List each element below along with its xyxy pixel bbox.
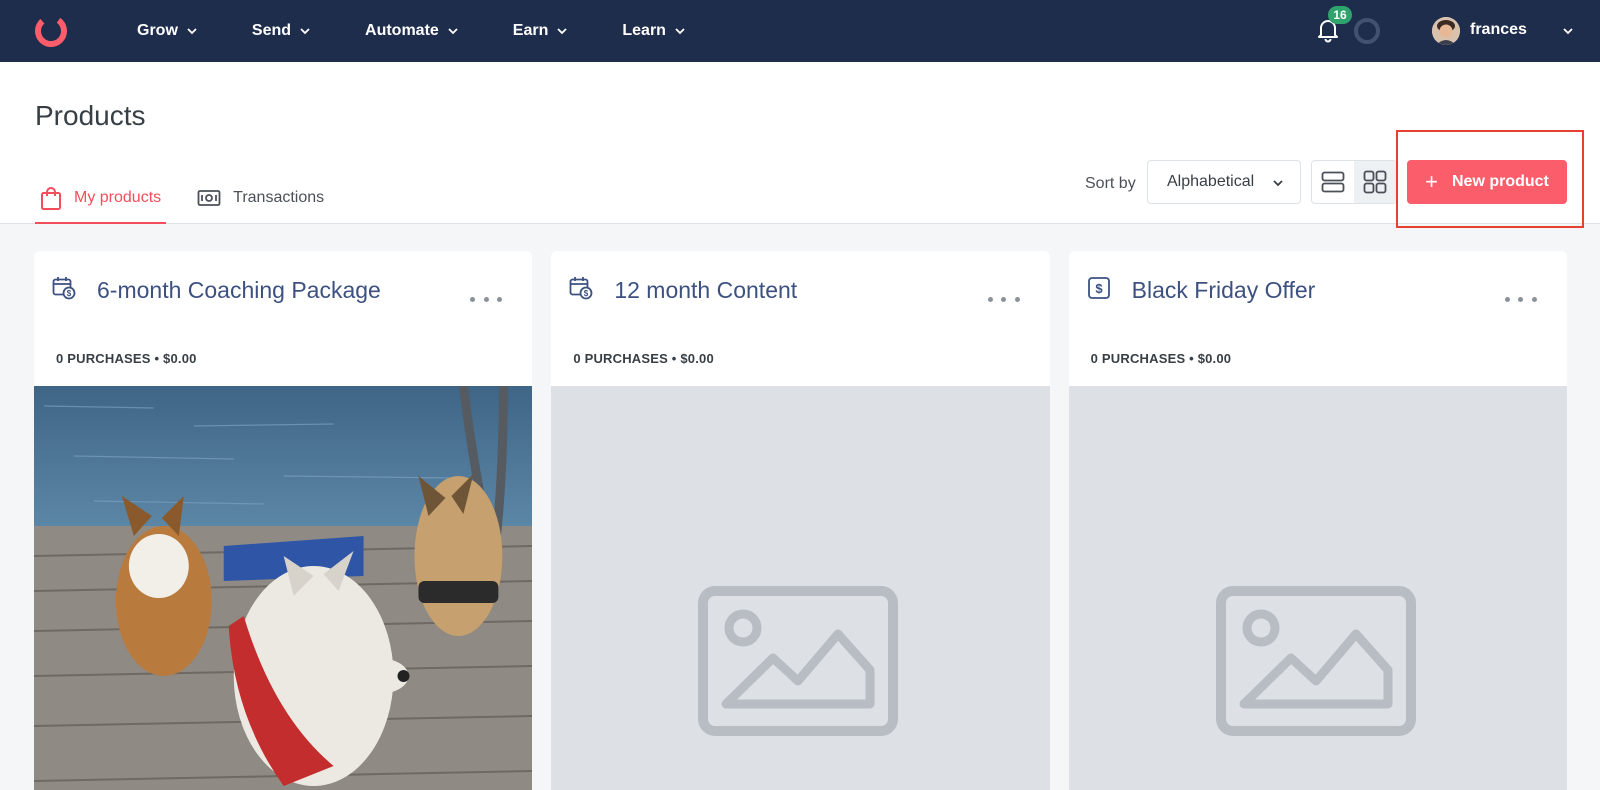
product-stats: 0 PURCHASES • $0.00 [573, 351, 714, 366]
list-view-button[interactable] [1312, 161, 1354, 203]
sort-select[interactable]: Alphabetical [1147, 160, 1301, 204]
sort-label: Sort by [1085, 175, 1136, 192]
avatar-face-icon [1432, 17, 1460, 45]
product-card[interactable]: $ 6-month Coaching Package 0 PURCHASES •… [34, 251, 533, 790]
user-area: 16 frances [1260, 0, 1600, 62]
page-header: Products My products Transactions Sort b… [0, 62, 1600, 224]
nav-item-learn[interactable]: Learn [622, 22, 686, 40]
product-title[interactable]: 6-month Coaching Package [97, 277, 381, 304]
chevron-down-icon [187, 28, 197, 35]
chevron-down-icon [675, 28, 685, 35]
nav-item-label: Automate [365, 22, 439, 39]
product-image-placeholder [551, 386, 1050, 790]
calendar-dollar-icon: $ [52, 277, 76, 300]
tab-label: My products [74, 189, 162, 206]
more-options-icon[interactable] [470, 293, 503, 305]
product-stats: 0 PURCHASES • $0.00 [1090, 351, 1232, 366]
top-navigation: Grow Send Automate Earn Learn 16 frances [0, 0, 1600, 62]
nav-item-grow[interactable]: Grow [137, 22, 198, 40]
product-card-header: $ 12 month Content 0 PURCHASES • $0.00 [551, 251, 1049, 386]
avatar[interactable] [1432, 17, 1460, 45]
nav-item-earn[interactable]: Earn [513, 22, 569, 40]
nav-item-send[interactable]: Send [252, 22, 311, 40]
product-title[interactable]: 12 month Content [614, 277, 797, 304]
tab-label: Transactions [233, 189, 325, 206]
list-view-icon [1321, 171, 1345, 193]
product-stats: 0 PURCHASES • $0.00 [56, 351, 197, 366]
chevron-down-icon [557, 28, 568, 35]
main-menu: Grow Send Automate Earn Learn [137, 0, 686, 62]
chevron-down-icon [300, 28, 310, 35]
chevron-down-icon[interactable] [1562, 25, 1574, 37]
more-options-icon[interactable] [1504, 293, 1537, 305]
calendar-dollar-icon: $ [569, 277, 593, 300]
svg-text:$: $ [1095, 281, 1103, 296]
image-placeholder-icon [698, 586, 899, 736]
svg-text:$: $ [584, 289, 589, 298]
user-name[interactable]: frances [1470, 21, 1527, 39]
product-card[interactable]: $ 12 month Content 0 PURCHASES • $0.00 [551, 251, 1050, 790]
product-card-header: $ Black Friday Offer 0 PURCHASES • $0.00 [1069, 251, 1567, 386]
plus-icon: + [1425, 169, 1438, 194]
nav-item-label: Learn [622, 22, 666, 39]
tab-bar: My products Transactions [35, 172, 355, 224]
product-image [34, 385, 533, 790]
view-toggle [1311, 160, 1397, 204]
sort-value: Alphabetical [1167, 173, 1255, 190]
loading-ring-icon [1354, 18, 1380, 44]
image-placeholder-icon [1215, 586, 1416, 736]
new-product-button[interactable]: + New product [1407, 160, 1567, 204]
tab-transactions[interactable]: Transactions [192, 172, 329, 224]
grid-view-button[interactable] [1354, 161, 1396, 203]
product-card-header: $ 6-month Coaching Package 0 PURCHASES •… [34, 251, 532, 386]
nav-item-label: Grow [137, 22, 178, 39]
notification-badge: 16 [1328, 6, 1352, 24]
chevron-down-icon [1273, 180, 1283, 187]
logo-icon[interactable] [33, 13, 69, 49]
nav-item-automate[interactable]: Automate [365, 22, 459, 40]
page-title: Products [35, 100, 146, 131]
tab-my-products[interactable]: My products [35, 172, 167, 224]
grid-view-icon [1363, 170, 1387, 194]
product-card[interactable]: $ Black Friday Offer 0 PURCHASES • $0.00 [1068, 251, 1567, 790]
dogs-photo [34, 385, 533, 790]
nav-item-label: Send [251, 22, 292, 39]
product-image-placeholder [1068, 386, 1567, 790]
new-product-label: New product [1451, 173, 1549, 190]
svg-text:$: $ [67, 289, 72, 298]
nav-item-label: Earn [512, 22, 549, 39]
product-title[interactable]: Black Friday Offer [1132, 277, 1316, 304]
dollar-tag-icon: $ [1087, 277, 1110, 299]
product-grid: $ 6-month Coaching Package 0 PURCHASES •… [34, 251, 1567, 790]
chevron-down-icon [448, 28, 458, 35]
shopping-bag-icon [41, 187, 61, 210]
money-bill-icon [197, 190, 221, 206]
more-options-icon[interactable] [987, 293, 1020, 305]
